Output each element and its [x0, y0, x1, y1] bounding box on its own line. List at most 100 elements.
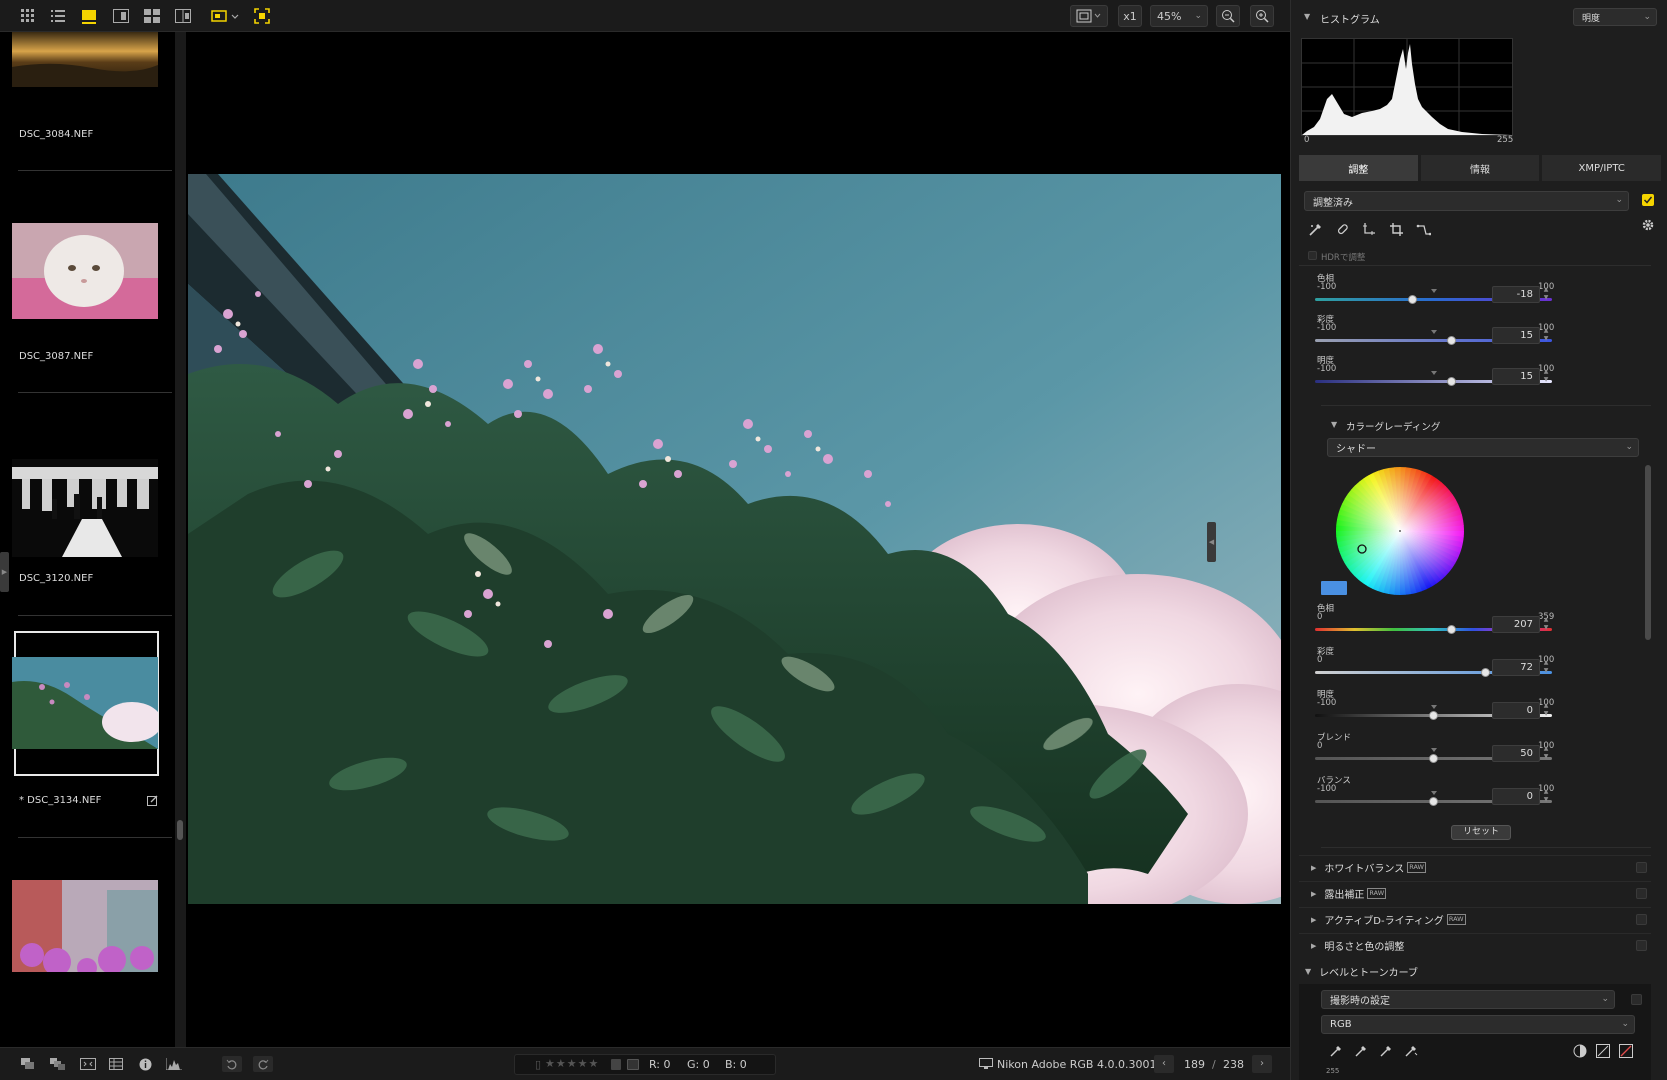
- thumbnail-sunset[interactable]: [12, 32, 158, 87]
- black-point-eyedropper-icon[interactable]: [1329, 1044, 1343, 1058]
- auto-retouch-icon[interactable]: [1308, 222, 1323, 237]
- scrollbar-thumb[interactable]: [177, 820, 183, 840]
- table-icon[interactable]: [108, 1057, 124, 1071]
- straighten-icon[interactable]: [1362, 222, 1377, 237]
- apply-adjustments-checkbox[interactable]: [1642, 194, 1654, 206]
- frame-icon[interactable]: [80, 1057, 96, 1071]
- collapse-triangle-icon[interactable]: ▼: [1304, 12, 1310, 21]
- auto-eyedropper-icon[interactable]: [1404, 1044, 1418, 1058]
- slider-min-label: -100: [1317, 323, 1337, 333]
- stepper-icon[interactable]: ▲ ▼: [1542, 659, 1550, 676]
- thumbnail-street[interactable]: [12, 880, 158, 972]
- stack-icon[interactable]: [20, 1057, 36, 1071]
- linear-curve-icon[interactable]: [1596, 1044, 1610, 1058]
- rotate-right-icon[interactable]: [253, 1056, 273, 1072]
- levels-channel-select[interactable]: RGB ⌄: [1321, 1015, 1635, 1034]
- tab-xmp-iptc[interactable]: XMP/IPTC: [1542, 155, 1662, 181]
- zoom-out-button[interactable]: [1216, 5, 1240, 27]
- thumbnail-cat[interactable]: [12, 223, 158, 319]
- filmstrip-list[interactable]: DSC_3084.NEF DSC_3087.NEF DSC_3120.NEF *…: [4, 32, 172, 1047]
- section-white-balance[interactable]: ▶ ホワイトバランス RAW: [1299, 855, 1651, 879]
- stepper-icon[interactable]: ▲ ▼: [1542, 745, 1550, 762]
- grid-view-icon[interactable]: [17, 5, 39, 27]
- histogram-icon[interactable]: [166, 1057, 182, 1071]
- tab-info[interactable]: 情報: [1420, 155, 1540, 181]
- info-icon[interactable]: [137, 1057, 153, 1071]
- grading-range-select[interactable]: シャドー ⌄: [1327, 438, 1639, 457]
- center-tick: [1430, 705, 1437, 709]
- slider-value-input[interactable]: -18: [1492, 286, 1540, 303]
- reset-button[interactable]: リセット: [1451, 825, 1511, 840]
- single-view-icon[interactable]: [78, 5, 100, 27]
- auto-contrast-icon[interactable]: [1573, 1044, 1587, 1058]
- slider-knob[interactable]: [1429, 754, 1438, 763]
- stepper-icon[interactable]: ▲ ▼: [1542, 368, 1550, 385]
- bandage-retouch-icon[interactable]: [1335, 222, 1350, 237]
- slider-knob[interactable]: [1446, 336, 1456, 345]
- collapse-triangle-icon[interactable]: ▼: [1331, 420, 1337, 429]
- main-photo[interactable]: [188, 174, 1281, 904]
- slider-value-input[interactable]: 50: [1492, 745, 1540, 762]
- list-view-icon[interactable]: [47, 5, 69, 27]
- star-rating-icon[interactable]: ★★★★★: [545, 1057, 599, 1070]
- slider-value-input[interactable]: 15: [1492, 368, 1540, 385]
- protect-icon[interactable]: [627, 1059, 639, 1070]
- slider-value-input[interactable]: 0: [1492, 788, 1540, 805]
- reset-curve-icon[interactable]: [1619, 1044, 1633, 1058]
- left-panel-toggle[interactable]: ▶: [0, 552, 9, 592]
- group-icon[interactable]: [50, 1057, 66, 1071]
- filmstrip-scrollbar[interactable]: [175, 32, 186, 1047]
- zoom-multiplier-button[interactable]: x1: [1118, 5, 1142, 27]
- tab-adjust[interactable]: 調整: [1299, 155, 1418, 181]
- section-exposure[interactable]: ▶ 露出補正 RAW: [1299, 881, 1651, 905]
- section-levels-curves[interactable]: ▼ レベルとトーンカーブ: [1299, 959, 1651, 983]
- crop-icon[interactable]: [1389, 222, 1404, 237]
- section-brightness-color[interactable]: ▶ 明るさと色の調整: [1299, 933, 1651, 957]
- fit-focus-icon[interactable]: [251, 5, 273, 27]
- previous-image-button[interactable]: ‹: [1154, 1055, 1174, 1073]
- fit-screen-button[interactable]: [1070, 5, 1108, 27]
- reject-icon[interactable]: ▯: [535, 1058, 541, 1071]
- levels-preset-select[interactable]: 撮影時の設定 ⌄: [1321, 990, 1615, 1009]
- stepper-icon[interactable]: ▲ ▼: [1542, 788, 1550, 805]
- right-panel-toggle[interactable]: ◀: [1207, 522, 1216, 562]
- adjustment-preset-select[interactable]: 調整済み ⌄: [1304, 191, 1629, 211]
- scrollbar-thumb[interactable]: [1645, 465, 1651, 640]
- before-after-view-icon[interactable]: [172, 5, 194, 27]
- section-active-d-lighting[interactable]: ▶ アクティブD-ライティング RAW: [1299, 907, 1651, 931]
- perspective-icon[interactable]: [1416, 222, 1431, 237]
- hdr-checkbox[interactable]: [1308, 251, 1317, 260]
- thumbnail-station[interactable]: [12, 459, 158, 557]
- slider-knob[interactable]: [1429, 797, 1438, 806]
- slider-value-input[interactable]: 0: [1492, 702, 1540, 719]
- rotate-left-icon[interactable]: [222, 1056, 242, 1072]
- histogram-channel-select[interactable]: 明度 ⌄: [1573, 8, 1657, 26]
- slider-value-input[interactable]: 207: [1492, 616, 1540, 633]
- zoom-in-button[interactable]: [1250, 5, 1274, 27]
- stepper-icon[interactable]: ▲ ▼: [1542, 327, 1550, 344]
- slider-knob[interactable]: [1446, 377, 1456, 386]
- levels-checkbox[interactable]: [1631, 994, 1642, 1005]
- slider-knob[interactable]: [1429, 711, 1438, 720]
- white-point-eyedropper-icon[interactable]: [1379, 1044, 1393, 1058]
- gear-icon[interactable]: [1641, 218, 1655, 232]
- gray-point-eyedropper-icon[interactable]: [1354, 1044, 1368, 1058]
- slider-value-input[interactable]: 15: [1492, 327, 1540, 344]
- panel-scrollbar[interactable]: [1643, 265, 1653, 1080]
- layout-dropdown-icon[interactable]: [210, 5, 240, 27]
- multi-view-icon[interactable]: [141, 5, 163, 27]
- color-wheel[interactable]: [1335, 466, 1465, 596]
- label-icon[interactable]: [611, 1059, 621, 1070]
- slider-value-input[interactable]: 72: [1492, 659, 1540, 676]
- slider-knob[interactable]: [1481, 668, 1491, 677]
- image-viewer[interactable]: [186, 32, 1290, 1047]
- zoom-percent-select[interactable]: 45% ⌄: [1150, 5, 1208, 27]
- next-image-button[interactable]: ›: [1252, 1055, 1272, 1073]
- thumbnail-flowers[interactable]: [12, 657, 158, 749]
- stepper-icon[interactable]: ▲ ▼: [1542, 286, 1550, 303]
- stepper-icon[interactable]: ▲ ▼: [1542, 702, 1550, 719]
- slider-knob[interactable]: [1447, 625, 1457, 634]
- compare-view-icon[interactable]: [110, 5, 132, 27]
- slider-knob[interactable]: [1407, 295, 1417, 304]
- stepper-icon[interactable]: ▲ ▼: [1542, 616, 1550, 633]
